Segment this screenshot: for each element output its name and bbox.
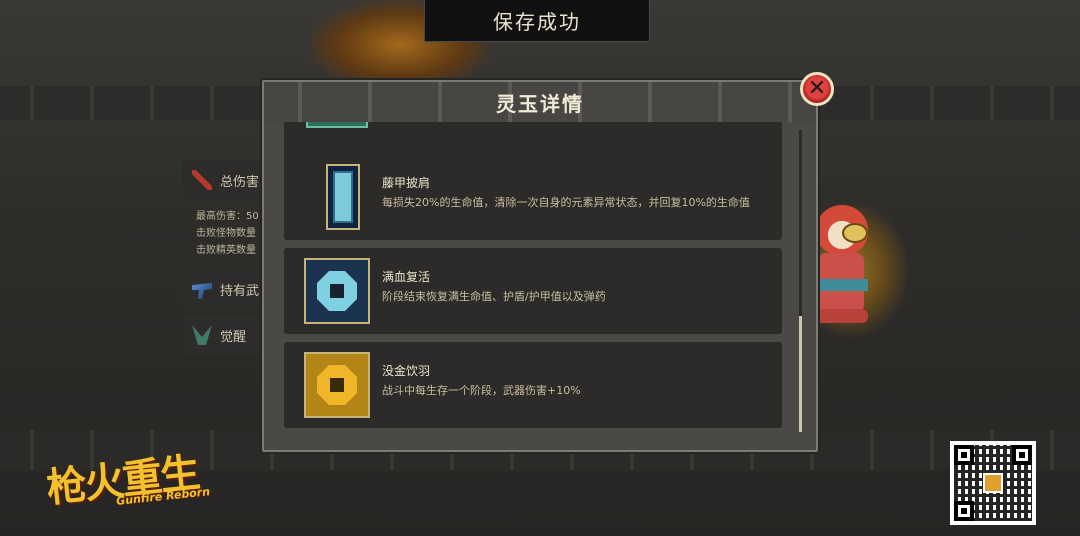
stat-elites-defeated: 击败精英数量: [196, 245, 256, 256]
octagon-hole: [330, 378, 344, 392]
close-icon: ✕: [807, 76, 827, 101]
qr-finder-top-right: [1012, 445, 1032, 465]
qr-code: [950, 441, 1036, 525]
list-item[interactable]: 满血复活 阶段结束恢复满生命值、护盾/护甲值以及弹药: [284, 248, 782, 334]
gun-icon: [192, 283, 212, 299]
modal-header: 灵玉详情: [264, 82, 816, 122]
awaken-icon: [192, 325, 212, 345]
item-name: 满血复活: [382, 270, 431, 284]
item-description: 每损失20%的生命值，清除一次自身的元素异常状态，并回复10%的生命值: [382, 196, 750, 209]
list-item[interactable]: 没金饮羽 战斗中每生存一个阶段，武器伤害+10%: [284, 342, 782, 428]
game-screen: 总伤害 最高伤害：50 击败怪物数量 击败精英数量 持有武 觉醒 枪火重生 Gu…: [0, 0, 1080, 536]
tab-total-damage-label: 总伤害: [220, 174, 260, 190]
character-scarf: [814, 279, 868, 291]
qr-finder-bottom-left: [954, 501, 974, 521]
character-feet: [816, 309, 868, 323]
tab-weapons[interactable]: 持有武: [182, 269, 272, 309]
tab-weapons-label: 持有武: [220, 283, 260, 299]
teal-jade-icon: [306, 122, 368, 128]
blue-octagon-icon: [304, 258, 370, 324]
qr-center-logo: [983, 473, 1003, 493]
jade-list[interactable]: 藤甲披肩 每损失20%的生命值，清除一次自身的元素异常状态，并回复10%的生命值…: [280, 122, 790, 438]
list-item[interactable]: 藤甲披肩 每损失20%的生命值，清除一次自身的元素异常状态，并回复10%的生命值: [284, 154, 782, 240]
character-avatar: [812, 205, 872, 325]
scrollbar[interactable]: [799, 130, 802, 432]
stat-monsters-defeated: 击败怪物数量: [196, 228, 256, 239]
modal-title: 灵玉详情: [496, 91, 584, 116]
item-description: 阶段结束恢复满生命值、护盾/护甲值以及弹药: [382, 290, 606, 303]
item-description: 战斗中每生存一个阶段，武器伤害+10%: [382, 384, 581, 397]
scrollbar-thumb[interactable]: [799, 316, 802, 432]
goggles-icon: [842, 223, 868, 243]
jade-details-modal: 灵玉详情 ✕ 藤甲披肩 每损失20%的生命值，清除一次自身的元素异常状态，并回复…: [262, 72, 834, 452]
octagon-hole: [330, 284, 344, 298]
gold-octagon-icon-box: [304, 352, 370, 418]
close-button[interactable]: ✕: [800, 72, 834, 106]
qr-finder-top-left: [954, 445, 974, 465]
game-logo: 枪火重生 Gunfire Reborn: [44, 446, 236, 516]
stats-panel: 总伤害 最高伤害：50 击败怪物数量 击败精英数量 持有武 觉醒: [182, 160, 272, 361]
stat-max-damage: 最高伤害：50: [196, 211, 259, 222]
gold-octagon-icon: [304, 352, 370, 418]
rattan-shawl-icon: [326, 164, 360, 230]
tab-total-damage[interactable]: 总伤害: [182, 160, 272, 200]
sword-icon: [192, 170, 212, 190]
save-toast: 保存成功: [424, 0, 650, 42]
tab-awaken[interactable]: 觉醒: [182, 315, 272, 355]
tab-awaken-label: 觉醒: [220, 329, 247, 345]
item-name: 没金饮羽: [382, 364, 431, 378]
blue-octagon-icon-box: [304, 258, 370, 324]
rattan-shawl-icon-box: [304, 164, 370, 230]
stat-lines: 最高伤害：50 击败怪物数量 击败精英数量: [196, 208, 272, 259]
item-name: 藤甲披肩: [382, 176, 431, 190]
